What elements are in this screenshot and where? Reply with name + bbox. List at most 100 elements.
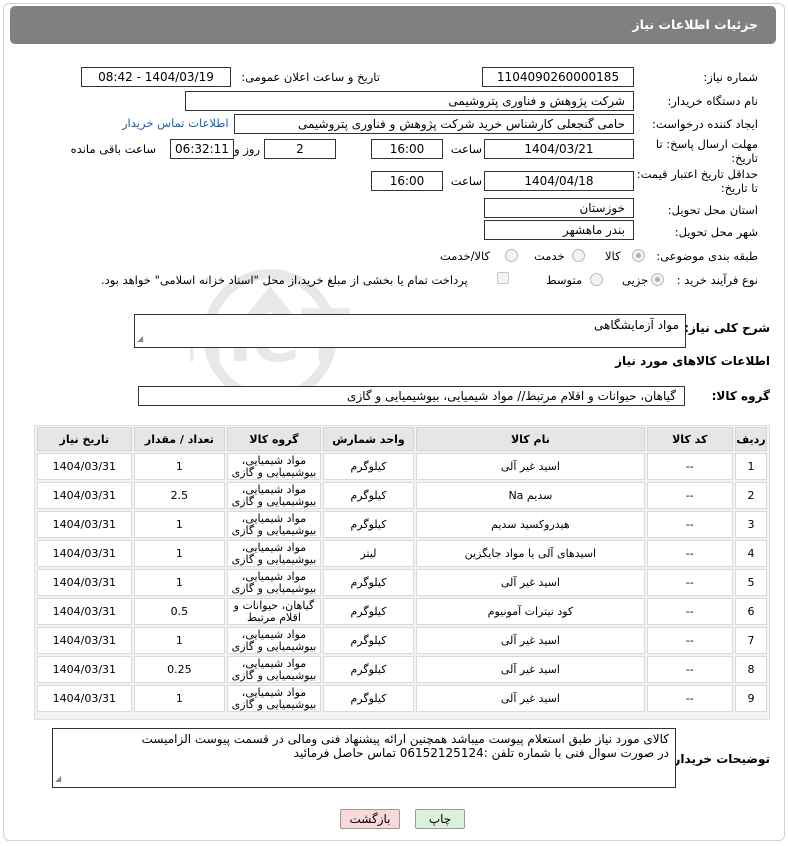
cell-need-date: 1404/03/31 (37, 482, 132, 509)
category-radio-goods[interactable] (632, 249, 645, 262)
cell-item-code: -- (646, 598, 733, 625)
treasury-checkbox[interactable] (497, 272, 509, 284)
cell-item-code: -- (646, 482, 733, 509)
cell-item-group: مواد شیمیایی، بیوشیمیایی و گازی (227, 453, 321, 480)
cell-item-code: -- (646, 627, 733, 654)
cell-unit: کیلوگرم (322, 627, 415, 654)
table-row: 1 -- اسید غیر آلی کیلوگرم مواد شیمیایی، بیوش… (37, 453, 767, 480)
cell-item-name: هیدروکسید سدیم (416, 511, 645, 538)
process-radio-partial[interactable] (651, 273, 664, 286)
resize-grip-icon[interactable]: ◢ (55, 772, 61, 786)
announce-datetime-field: 1404/03/19 - 08:42 (81, 67, 231, 87)
buyer-org-label: نام دستگاه خریدار: (667, 94, 758, 108)
table-row: 9 -- اسید غیر آلی کیلوگرم مواد شیمیایی، بیوش… (37, 685, 767, 712)
cell-unit: کیلوگرم (322, 453, 415, 480)
remaining-label: ساعت باقی مانده (70, 142, 156, 156)
buyer-notes-line-1: کالای مورد نیاز طبق استعلام پیوست میباشد… (141, 732, 669, 746)
cell-item-code: -- (646, 656, 733, 683)
province-field: خوزستان (484, 198, 634, 218)
cell-need-date: 1404/03/31 (37, 453, 132, 480)
print-button[interactable]: چاپ (415, 809, 465, 829)
cell-item-name: اسید غیر آلی (416, 656, 645, 683)
need-number-label: شماره نیاز: (703, 70, 758, 84)
cell-row-number: 4 (734, 540, 767, 567)
cell-item-group: مواد شیمیایی، بیوشیمیایی و گازی (227, 511, 321, 538)
cell-item-name: کود نیترات آمونیوم (416, 598, 645, 625)
reply-time-label: ساعت (450, 142, 482, 156)
price-time-label: ساعت (450, 174, 482, 188)
cell-need-date: 1404/03/31 (37, 685, 132, 712)
reply-deadline-label: مهلت ارسال پاسخ: تا (655, 137, 758, 151)
cell-need-date: 1404/03/31 (37, 511, 132, 538)
cell-item-code: -- (646, 540, 733, 567)
category-label: طبقه بندی موضوعی: (656, 249, 758, 263)
cell-quantity: 0.25 (133, 656, 226, 683)
process-option-partial: جزیی (622, 273, 649, 287)
table-row: 4 -- اسیدهای آلی یا مواد جایگزین لیتر مواد ش… (37, 540, 767, 567)
category-option-service: خدمت (534, 249, 565, 263)
cell-item-group: گیاهان، حیوانات و اقلام مرتبط (227, 598, 321, 625)
cell-row-number: 7 (734, 627, 767, 654)
province-label: استان محل تحویل: (667, 203, 758, 217)
col-row-number: ردیف (734, 427, 767, 451)
category-radio-service[interactable] (572, 249, 585, 262)
cell-need-date: 1404/03/31 (37, 569, 132, 596)
cell-item-name: اسید غیر آلی (416, 627, 645, 654)
cell-quantity: 1 (133, 540, 226, 567)
goods-group-field: گیاهان، حیوانات و اقلام مرتبط// مواد شیم… (138, 386, 685, 406)
cell-quantity: 0.5 (133, 598, 226, 625)
cell-unit: کیلوگرم (322, 511, 415, 538)
time-remaining-field: 06:32:11 (170, 139, 234, 159)
cell-need-date: 1404/03/31 (37, 656, 132, 683)
buyer-notes-line-2: در صورت سوال فنی با شماره تلفن :06152125… (293, 746, 669, 760)
cell-item-group: مواد شیمیایی، بیوشیمیایی و گازی (227, 540, 321, 567)
cell-item-name: اسید غیر آلی (416, 685, 645, 712)
cell-quantity: 1 (133, 569, 226, 596)
description-text: مواد آزمایشگاهی (594, 318, 679, 332)
city-field: بندر ماهشهر (484, 220, 634, 240)
cell-item-group: مواد شیمیایی، بیوشیمیایی و گازی (227, 656, 321, 683)
reply-date-field: 1404/03/21 (484, 139, 634, 159)
cell-unit: کیلوگرم (322, 569, 415, 596)
price-deadline-label: حداقل تاریخ اعتبار قیمت: (636, 167, 758, 181)
requester-label: ایجاد کننده درخواست: (652, 117, 758, 131)
category-radio-goods-service[interactable] (505, 249, 518, 262)
table-row: 8 -- اسید غیر آلی کیلوگرم مواد شیمیایی، بیوش… (37, 656, 767, 683)
cell-item-name: سدیم Na (416, 482, 645, 509)
price-time-field: 16:00 (371, 171, 443, 191)
items-table: ردیف کد کالا نام کالا واحد شمارش گروه کا… (35, 425, 769, 714)
cell-unit: کیلوگرم (322, 598, 415, 625)
goods-group-label: گروه کالا: (711, 389, 770, 403)
cell-item-name: اسید غیر آلی (416, 569, 645, 596)
resize-grip-icon[interactable]: ◢ (137, 332, 143, 346)
days-label: روز و (234, 142, 260, 156)
process-radio-medium[interactable] (590, 273, 603, 286)
cell-row-number: 1 (734, 453, 767, 480)
col-item-group: گروه کالا (227, 427, 321, 451)
cell-unit: لیتر (322, 540, 415, 567)
table-row: 2 -- سدیم Na کیلوگرم مواد شیمیایی، بیوشیمیای… (37, 482, 767, 509)
days-remaining-field: 2 (264, 139, 336, 159)
table-row: 5 -- اسید غیر آلی کیلوگرم مواد شیمیایی، بیوش… (37, 569, 767, 596)
cell-item-code: -- (646, 453, 733, 480)
buyer-contact-link[interactable]: اطلاعات تماس خریدار (122, 116, 229, 130)
city-label: شهر محل تحویل: (674, 225, 758, 239)
cell-row-number: 8 (734, 656, 767, 683)
cell-unit: کیلوگرم (322, 482, 415, 509)
col-item-code: کد کالا (646, 427, 733, 451)
cell-unit: کیلوگرم (322, 656, 415, 683)
cell-row-number: 6 (734, 598, 767, 625)
price-deadline-label-2: تا تاریخ: (720, 181, 758, 195)
table-row: 6 -- کود نیترات آمونیوم کیلوگرم گیاهان، حیوا… (37, 598, 767, 625)
cell-need-date: 1404/03/31 (37, 627, 132, 654)
description-label: شرح کلی نیاز: (684, 321, 770, 335)
requester-field: حامی گنجعلی کارشناس خرید شرکت پژوهش و فن… (234, 114, 634, 134)
category-option-goods: کالا (605, 249, 621, 263)
cell-row-number: 2 (734, 482, 767, 509)
back-button[interactable]: بازگشت (340, 809, 400, 829)
cell-row-number: 5 (734, 569, 767, 596)
goods-info-title: اطلاعات کالاهای مورد نیاز (615, 354, 770, 368)
table-row: 7 -- اسید غیر آلی کیلوگرم مواد شیمیایی، بیوش… (37, 627, 767, 654)
cell-item-group: مواد شیمیایی، بیوشیمیایی و گازی (227, 569, 321, 596)
table-row: 3 -- هیدروکسید سدیم کیلوگرم مواد شیمیایی، بی… (37, 511, 767, 538)
